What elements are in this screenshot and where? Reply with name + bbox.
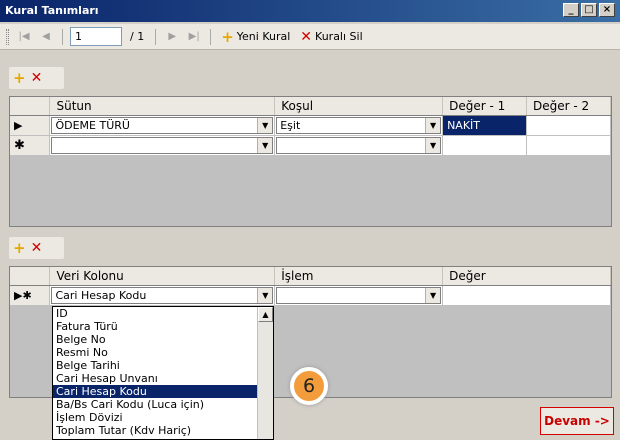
devam-button[interactable]: Devam -> <box>540 407 614 435</box>
deger1-cell[interactable] <box>442 135 528 156</box>
col-header-kosul[interactable]: Koşul <box>274 97 444 116</box>
col-header-deger2[interactable]: Değer - 2 <box>526 97 611 116</box>
dropdown-item[interactable]: Cari Hesap Unvanı <box>53 372 273 385</box>
table-row[interactable]: ✱ ▼ ▼ <box>10 135 611 156</box>
last-page-button[interactable]: ▶| <box>185 28 203 46</box>
dropdown-items: ID Fatura Türü Belge No Resmi No Belge Tarih… <box>53 307 273 437</box>
kosul-combo[interactable]: ▼ <box>276 136 442 154</box>
islem-combo[interactable]: ▼ <box>276 286 442 304</box>
step-number-badge: 6 <box>290 367 328 405</box>
dropdown-item[interactable]: Ba/Bs Cari Kodu (Luca için) <box>53 398 273 411</box>
rules-table: Sütun Koşul Değer - 1 Değer - 2 ▶ ÖDEME … <box>10 97 611 156</box>
remove-condition-icon[interactable]: ✕ <box>31 71 43 85</box>
plus-icon: + <box>221 27 234 46</box>
toolbar-separator <box>62 28 63 45</box>
deger2-cell[interactable] <box>526 115 611 136</box>
dropdown-item[interactable]: Cari Hesap Kodu <box>53 385 273 398</box>
page-input[interactable]: 1 <box>70 27 122 46</box>
veri-kolonu-value: Cari Hesap Kodu <box>55 288 147 302</box>
toolbar-grip <box>6 28 9 45</box>
row-indicator: ▶✱ <box>10 285 51 306</box>
kosul-combo[interactable]: Eşit ▼ <box>276 116 442 134</box>
window-titlebar: Kural Tanımları _ □ × <box>0 0 620 22</box>
add-action-icon[interactable]: + <box>13 241 26 256</box>
new-row-indicator: ✱ <box>10 135 51 156</box>
dropdown-item[interactable]: İşlem Dövizi <box>53 411 273 424</box>
veri-kolonu-cell[interactable]: Cari Hesap Kodu ▼ <box>49 285 276 306</box>
actions-mini-toolbar: + ✕ <box>9 237 64 259</box>
deger2-cell[interactable] <box>526 135 611 156</box>
col-header-sutun[interactable]: Sütun <box>49 97 276 116</box>
row-indicator: ▶ <box>10 115 51 136</box>
table-row[interactable]: ▶✱ Cari Hesap Kodu ▼ ▼ <box>10 285 611 306</box>
veri-kolonu-dropdown-list[interactable]: ID Fatura Türü Belge No Resmi No Belge Tarih… <box>52 306 274 440</box>
islem-cell[interactable]: ▼ <box>274 285 444 306</box>
toolbar-separator <box>210 28 212 45</box>
row-header-corner <box>10 97 51 116</box>
sutun-cell[interactable]: ÖDEME TÜRÜ ▼ <box>49 115 276 136</box>
remove-action-icon[interactable]: ✕ <box>31 241 43 255</box>
scroll-up-icon[interactable]: ▲ <box>258 307 273 322</box>
col-header-veri-kolonu[interactable]: Veri Kolonu <box>49 267 276 286</box>
dropdown-arrow-icon[interactable]: ▼ <box>425 137 441 153</box>
dropdown-arrow-icon[interactable]: ▼ <box>257 117 273 133</box>
delete-x-icon: ✕ <box>300 28 313 45</box>
rules-grid: Sütun Koşul Değer - 1 Değer - 2 ▶ ÖDEME … <box>9 96 612 227</box>
col-header-islem[interactable]: İşlem <box>274 267 444 286</box>
sutun-combo[interactable]: ÖDEME TÜRÜ ▼ <box>51 116 274 134</box>
sutun-value: ÖDEME TÜRÜ <box>55 118 130 132</box>
window-controls: _ □ × <box>563 3 615 17</box>
dropdown-item[interactable]: Belge No <box>53 333 273 346</box>
sutun-combo[interactable]: ▼ <box>51 136 274 154</box>
prev-page-button[interactable]: ◀ <box>37 28 55 46</box>
first-page-button[interactable]: |◀ <box>15 28 33 46</box>
delete-rule-label: Kuralı Sil <box>315 30 363 43</box>
page-count: / 1 <box>130 30 145 43</box>
kosul-cell[interactable]: ▼ <box>274 135 444 156</box>
dropdown-item[interactable]: Belge Tarihi <box>53 359 273 372</box>
maximize-button[interactable]: □ <box>581 3 597 17</box>
deger-cell[interactable] <box>442 285 611 306</box>
dropdown-arrow-icon[interactable]: ▼ <box>425 287 441 303</box>
rules-mini-toolbar: + ✕ <box>9 67 64 89</box>
navigator-toolbar: |◀ ◀ 1 / 1 ▶ ▶| + Yeni Kural ✕ Kuralı Si… <box>0 24 620 50</box>
sutun-cell[interactable]: ▼ <box>49 135 276 156</box>
new-rule-button[interactable]: + Yeni Kural <box>218 27 293 46</box>
actions-table: Veri Kolonu İşlem Değer ▶✱ Cari Hesap Ko… <box>10 267 611 306</box>
dropdown-item[interactable]: ID <box>53 307 273 320</box>
col-header-deger1[interactable]: Değer - 1 <box>442 97 528 116</box>
window-title: Kural Tanımları <box>5 4 99 17</box>
close-button[interactable]: × <box>599 3 615 17</box>
toolbar-separator <box>155 28 157 45</box>
dropdown-scrollbar[interactable]: ▲ <box>257 307 273 439</box>
delete-rule-button[interactable]: ✕ Kuralı Sil <box>297 30 365 44</box>
dropdown-item[interactable]: Toplam Tutar (Kdv Hariç) <box>53 424 273 437</box>
dropdown-arrow-icon[interactable]: ▼ <box>257 137 273 153</box>
kosul-value: Eşit <box>280 118 301 132</box>
new-rule-label: Yeni Kural <box>236 30 291 43</box>
table-row[interactable]: ▶ ÖDEME TÜRÜ ▼ Eşit ▼ NAKİT <box>10 115 611 136</box>
add-condition-icon[interactable]: + <box>13 71 26 86</box>
dropdown-item[interactable]: Resmi No <box>53 346 273 359</box>
veri-kolonu-combo[interactable]: Cari Hesap Kodu ▼ <box>51 286 274 304</box>
next-page-button[interactable]: ▶ <box>163 28 181 46</box>
col-header-deger[interactable]: Değer <box>442 267 611 286</box>
minimize-button[interactable]: _ <box>563 3 579 17</box>
dropdown-item[interactable]: Fatura Türü <box>53 320 273 333</box>
row-header-corner <box>10 267 51 286</box>
kosul-cell[interactable]: Eşit ▼ <box>274 115 444 136</box>
dropdown-arrow-icon[interactable]: ▼ <box>425 117 441 133</box>
dropdown-arrow-icon[interactable]: ▼ <box>257 287 273 303</box>
deger1-cell[interactable]: NAKİT <box>442 115 528 136</box>
